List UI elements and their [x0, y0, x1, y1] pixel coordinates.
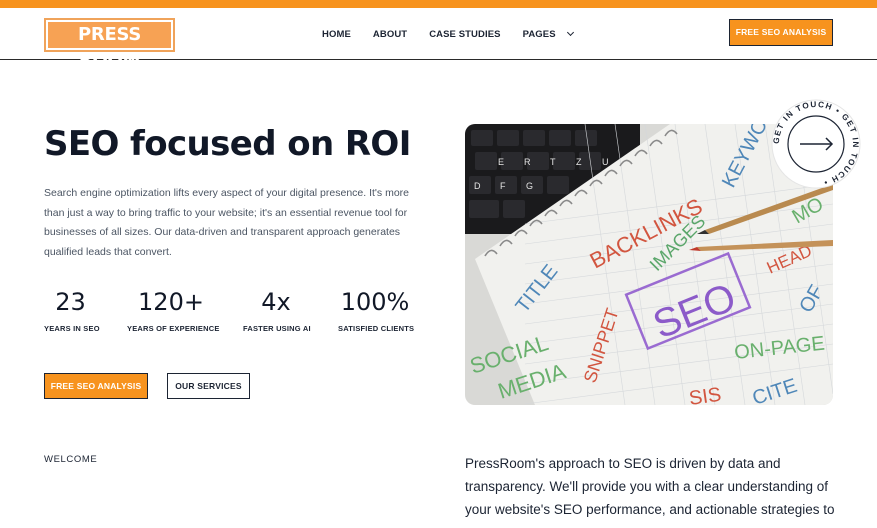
stat-years-experience: 120+ YEARS OF EXPERIENCE	[127, 288, 220, 333]
stat-label: SATISFIED CLIENTS	[338, 324, 415, 333]
free-seo-analysis-cta[interactable]: FREE SEO ANALYSIS	[44, 373, 148, 399]
hero-title: SEO focused on ROI	[44, 124, 411, 164]
key-label: U	[602, 157, 609, 167]
logo[interactable]: PRESS ROOM	[44, 18, 175, 71]
stat-years-in-seo: 23 YEARS IN SEO	[44, 288, 100, 333]
nav-pages-label: PAGES	[522, 28, 556, 40]
stat-label: FASTER USING AI	[243, 324, 311, 333]
get-in-touch-badge[interactable]: GET IN TOUCH • GET IN TOUCH •	[771, 99, 861, 189]
stat-value: 100%	[340, 288, 410, 316]
key-label: E	[498, 157, 504, 167]
stat-value: 23	[55, 288, 86, 316]
nav-pages[interactable]: PAGES	[522, 28, 574, 40]
word-sis: SIS	[688, 384, 723, 405]
stat-satisfied-clients: 100% SATISFIED CLIENTS	[338, 288, 415, 333]
hero-title-text: SEO focused on	[44, 124, 345, 164]
logo-text: PRESS ROOM	[48, 22, 171, 71]
site-header: PRESS ROOM HOME ABOUT CASE STUDIES PAGES…	[0, 8, 877, 71]
hero-title-highlight: ROI	[344, 124, 411, 164]
key-label: F	[500, 181, 506, 191]
nav-about[interactable]: ABOUT	[373, 29, 407, 40]
nav-case-studies[interactable]: CASE STUDIES	[429, 29, 500, 40]
key-label: R	[524, 157, 531, 167]
our-services-button[interactable]: OUR SERVICES	[167, 373, 250, 399]
hero-description: Search engine optimization lifts every a…	[44, 187, 410, 258]
get-in-touch-badge-graphic: GET IN TOUCH • GET IN TOUCH •	[771, 99, 861, 189]
main-nav: HOME ABOUT CASE STUDIES PAGES	[322, 8, 574, 60]
key-label: T	[550, 157, 556, 167]
free-seo-analysis-button[interactable]: FREE SEO ANALYSIS	[729, 19, 833, 46]
top-accent-bar	[0, 0, 877, 8]
stat-label: YEARS IN SEO	[44, 324, 100, 333]
chevron-down-icon	[566, 28, 574, 37]
stat-value: 4x	[261, 288, 291, 316]
stat-faster-ai: 4x FASTER USING AI	[243, 288, 311, 333]
stat-label: YEARS OF EXPERIENCE	[127, 324, 220, 333]
key-label: Z	[576, 157, 582, 167]
key-label: D	[474, 181, 481, 191]
nav-home[interactable]: HOME	[322, 29, 351, 40]
key-label: G	[526, 181, 533, 191]
stat-value: 120+	[138, 288, 204, 316]
about-paragraph: PressRoom's approach to SEO is driven by…	[465, 456, 835, 517]
welcome-eyebrow: WELCOME	[44, 454, 98, 465]
